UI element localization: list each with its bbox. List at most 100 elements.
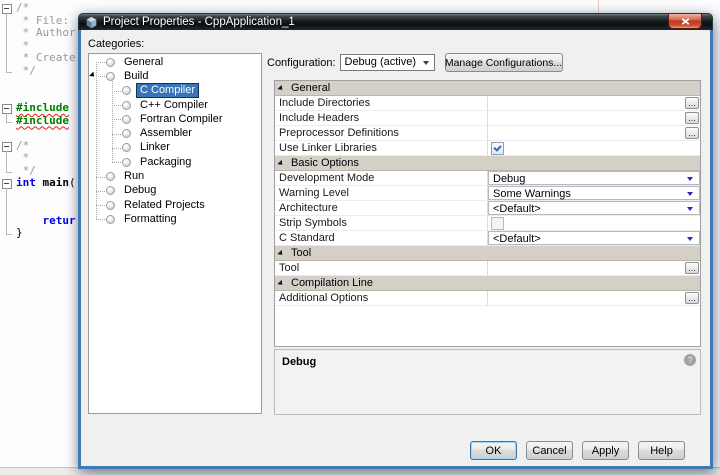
code-line: */ bbox=[0, 65, 76, 78]
fold-line bbox=[6, 27, 7, 40]
fold-gutter bbox=[0, 190, 16, 203]
property-value: ... bbox=[488, 291, 700, 305]
close-button[interactable] bbox=[668, 14, 702, 29]
fold-collapse-icon[interactable] bbox=[2, 142, 12, 152]
property-row-warning-level: Warning LevelSome Warnings bbox=[275, 186, 700, 201]
fold-end bbox=[6, 65, 12, 73]
help-icon[interactable] bbox=[684, 354, 696, 366]
property-name: C Standard bbox=[275, 231, 488, 245]
category-item-label: Linker bbox=[137, 141, 173, 154]
property-value: Debug bbox=[488, 171, 700, 185]
property-dropdown[interactable]: <Default> bbox=[488, 231, 700, 245]
property-row-strip-symbols: Strip Symbols bbox=[275, 216, 700, 231]
dialog-body: Categories: GeneralBuildC CompilerC++ Co… bbox=[78, 30, 713, 469]
category-item-run[interactable]: Run bbox=[89, 169, 261, 183]
fold-gutter bbox=[0, 140, 16, 153]
section-header-general[interactable]: General bbox=[275, 81, 700, 96]
help-button[interactable]: Help bbox=[638, 441, 685, 460]
category-item-build[interactable]: Build bbox=[89, 69, 261, 83]
screen: /* * File: * Author * * Create */#includ… bbox=[0, 0, 720, 475]
fold-line bbox=[6, 190, 7, 203]
property-row-use-linker-libraries: Use Linker Libraries bbox=[275, 141, 700, 156]
fold-line bbox=[6, 52, 7, 65]
browse-ellipsis-button[interactable]: ... bbox=[685, 112, 699, 124]
property-checkbox[interactable] bbox=[491, 217, 504, 230]
category-item-debug[interactable]: Debug bbox=[89, 184, 261, 198]
section-header-label: Tool bbox=[291, 247, 311, 259]
property-name: Architecture bbox=[275, 201, 488, 215]
property-dropdown[interactable]: Debug bbox=[488, 171, 700, 185]
code-token: * Author bbox=[16, 26, 76, 39]
code-token: main bbox=[43, 176, 70, 189]
code-token: retur bbox=[16, 214, 76, 227]
property-value: ... bbox=[488, 261, 700, 275]
category-item-general[interactable]: General bbox=[89, 55, 261, 69]
fold-gutter bbox=[0, 52, 16, 65]
category-node-icon bbox=[122, 143, 131, 152]
category-node-icon bbox=[106, 186, 115, 195]
browse-ellipsis-button[interactable]: ... bbox=[685, 292, 699, 304]
fold-collapse-icon[interactable] bbox=[2, 104, 12, 114]
fold-gutter bbox=[0, 102, 16, 115]
fold-collapse-icon[interactable] bbox=[2, 179, 12, 189]
section-header-tool[interactable]: Tool bbox=[275, 246, 700, 261]
apply-button[interactable]: Apply bbox=[582, 441, 629, 460]
property-value bbox=[488, 141, 700, 155]
property-value: Some Warnings bbox=[488, 186, 700, 200]
browse-ellipsis-button[interactable]: ... bbox=[685, 127, 699, 139]
property-checkbox[interactable] bbox=[491, 142, 504, 155]
tree-expander-icon[interactable] bbox=[89, 72, 98, 81]
code-token: } bbox=[16, 226, 23, 239]
category-item-assembler[interactable]: Assembler bbox=[89, 126, 261, 140]
property-value: <Default> bbox=[488, 201, 700, 215]
property-dropdown-value: Debug bbox=[493, 173, 525, 185]
category-item-fortran-compiler[interactable]: Fortran Compiler bbox=[89, 112, 261, 126]
fold-end bbox=[6, 115, 12, 123]
section-header-basic-options[interactable]: Basic Options bbox=[275, 156, 700, 171]
property-value: <Default> bbox=[488, 231, 700, 245]
code-line: #include bbox=[0, 115, 76, 128]
property-dropdown[interactable]: <Default> bbox=[488, 201, 700, 215]
section-header-compilation-line[interactable]: Compilation Line bbox=[275, 276, 700, 291]
section-collapse-icon bbox=[277, 85, 286, 94]
fold-gutter bbox=[0, 40, 16, 53]
fold-collapse-icon[interactable] bbox=[2, 4, 12, 14]
property-name: Use Linker Libraries bbox=[275, 141, 488, 155]
property-name: Include Directories bbox=[275, 96, 488, 110]
browse-ellipsis-button[interactable]: ... bbox=[685, 262, 699, 274]
fold-line bbox=[6, 15, 7, 28]
code-token: * Create bbox=[16, 51, 76, 64]
fold-line bbox=[6, 40, 7, 53]
category-item-label: Assembler bbox=[137, 127, 195, 140]
configuration-value: Debug (active) bbox=[345, 56, 417, 68]
category-item-label: Run bbox=[121, 170, 147, 183]
category-item-packaging[interactable]: Packaging bbox=[89, 155, 261, 169]
configuration-dropdown[interactable]: Debug (active) bbox=[340, 54, 435, 71]
category-item-related-projects[interactable]: Related Projects bbox=[89, 198, 261, 212]
configuration-row: Configuration: Debug (active) Manage Con… bbox=[267, 53, 563, 72]
cancel-button[interactable]: Cancel bbox=[526, 441, 573, 460]
fold-gutter bbox=[0, 177, 16, 190]
fold-gutter bbox=[0, 77, 16, 90]
property-dropdown[interactable]: Some Warnings bbox=[488, 186, 700, 200]
browse-ellipsis-button[interactable]: ... bbox=[685, 97, 699, 109]
dialog-titlebar[interactable]: Project Properties - CppApplication_1 bbox=[78, 13, 713, 30]
category-item-linker[interactable]: Linker bbox=[89, 141, 261, 155]
property-name: Warning Level bbox=[275, 186, 488, 200]
code-text: } bbox=[16, 227, 23, 240]
category-item-c-compiler[interactable]: C Compiler bbox=[89, 84, 261, 98]
fold-end bbox=[6, 165, 12, 173]
category-item-formatting[interactable]: Formatting bbox=[89, 212, 261, 226]
fold-end bbox=[6, 227, 12, 235]
manage-configurations-button[interactable]: Manage Configurations... bbox=[445, 53, 563, 72]
ok-button[interactable]: OK bbox=[470, 441, 517, 460]
fold-gutter bbox=[0, 15, 16, 28]
configuration-label: Configuration: bbox=[267, 57, 336, 69]
property-sheet: GeneralInclude Directories...Include Hea… bbox=[274, 80, 701, 347]
property-name: Tool bbox=[275, 261, 488, 275]
category-item-c-compiler[interactable]: C++ Compiler bbox=[89, 98, 261, 112]
fold-gutter bbox=[0, 127, 16, 140]
category-node-icon bbox=[106, 215, 115, 224]
fold-gutter bbox=[0, 2, 16, 15]
dropdown-arrow-icon bbox=[687, 207, 693, 214]
